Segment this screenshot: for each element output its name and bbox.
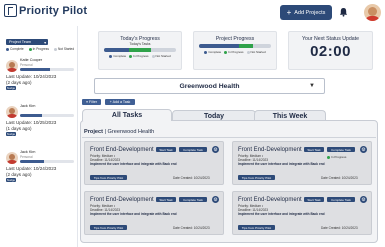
- today-progress-bar: [104, 48, 176, 52]
- add-projects-label: Add Projects: [294, 9, 326, 16]
- tab-all-tasks[interactable]: All Tasks: [82, 109, 172, 121]
- start-task-button[interactable]: Start Task: [304, 147, 324, 152]
- app-name: Priority Pilot: [19, 4, 88, 17]
- nudge-button[interactable]: Nudge: [6, 178, 16, 182]
- user-avatar[interactable]: [364, 4, 381, 21]
- project-progress-bar: [199, 44, 271, 48]
- add-task-button[interactable]: + Add a Task: [105, 99, 135, 105]
- task-name: Front End-Development: [90, 147, 154, 153]
- member-update-ago: (1 days ago): [6, 126, 32, 131]
- filter-label: Filter: [89, 100, 98, 104]
- card-title: Your Next Status Update: [302, 36, 359, 42]
- tips-button[interactable]: Tips from Priority Pilot: [90, 225, 127, 230]
- avatar: [6, 60, 18, 72]
- legend-complete: Complete: [6, 47, 24, 51]
- task-card: Front End-Development Priority: Medium •…: [232, 141, 372, 185]
- task-description: Implement the user interface and integra…: [238, 162, 325, 166]
- task-created-date: Date Created: 10/24/2023: [321, 226, 358, 230]
- task-description: Implement the user interface and integra…: [238, 212, 325, 216]
- team-sidebar: Project Team ▾ Complete In Progress Not …: [0, 26, 78, 247]
- task-created-date: Date Created: 10/24/2023: [173, 226, 210, 230]
- member-role: Personal: [20, 155, 33, 159]
- task-card: Front End-Development Priority: Medium •…: [232, 191, 372, 235]
- status-dot-icon: [327, 155, 330, 159]
- project-progress-card: Project Progress Complete In Progress No…: [193, 31, 277, 70]
- filter-button[interactable]: ≡ Filter: [82, 99, 101, 105]
- start-task-button[interactable]: Start Task: [156, 197, 176, 202]
- today-legend: Complete In Progress Not Started: [99, 54, 181, 58]
- divider: [82, 137, 376, 138]
- member-progress-bar: [20, 160, 74, 163]
- team-select-value: Project Team: [9, 40, 32, 44]
- task-created-date: Date Created: 10/24/2023: [321, 176, 358, 180]
- project-select-value: Greenwood Health: [179, 82, 240, 90]
- panel-project-title: Project | Greenwood Health: [84, 129, 155, 135]
- member-update-ago: (2 days ago): [6, 172, 32, 177]
- member-progress-bar: [20, 114, 74, 117]
- member-name: Katie Cooper: [20, 58, 43, 62]
- project-select[interactable]: Greenwood Health ▼: [94, 78, 325, 94]
- start-task-button[interactable]: Start Task: [304, 197, 324, 202]
- task-description: Implement the user interface and integra…: [90, 162, 177, 166]
- countdown-timer: 02:00: [310, 43, 351, 60]
- todays-progress-card: Today's Progress Today's Tasks Complete …: [98, 31, 182, 70]
- member-name: Jack Kim: [20, 104, 36, 108]
- complete-task-button[interactable]: Complete Task: [327, 147, 355, 152]
- member-last-update: Last Update: 10/24/2023: [6, 166, 57, 171]
- plus-icon: +: [286, 7, 292, 17]
- filter-icon: ≡: [85, 100, 89, 104]
- status-update-timer-card: Your Next Status Update 02:00: [288, 31, 373, 70]
- team-select[interactable]: Project Team ▾: [6, 39, 48, 45]
- gear-icon[interactable]: ⚙: [212, 196, 219, 203]
- task-created-date: Date Created: 10/24/2023: [173, 176, 210, 180]
- complete-task-button[interactable]: Complete Task: [327, 197, 355, 202]
- member-role: Personal: [20, 63, 33, 67]
- task-description: Implement the user interface and integra…: [90, 212, 177, 216]
- tips-button[interactable]: Tips from Priority Pilot: [238, 225, 275, 230]
- task-card: Front End-Development Priority: Medium •…: [84, 141, 224, 185]
- chevron-down-icon: ▼: [309, 83, 315, 89]
- member-last-update: Last Update: 10/25/2023: [6, 120, 57, 125]
- start-task-button[interactable]: Start Task: [156, 147, 176, 152]
- card-title: Project Progress: [215, 36, 255, 42]
- nudge-button[interactable]: Nudge: [6, 86, 16, 90]
- avatar: [6, 152, 18, 164]
- task-name: Front End-Development: [238, 197, 302, 203]
- gear-icon[interactable]: ⚙: [360, 146, 367, 153]
- bell-icon[interactable]: [339, 7, 348, 17]
- logo-mark-icon: [4, 4, 17, 17]
- member-name: Jack Kim: [20, 150, 36, 154]
- app-page: Priority Pilot + Add Projects Project Te…: [0, 0, 385, 247]
- tips-button[interactable]: Tips from Priority Pilot: [238, 175, 275, 180]
- complete-task-button[interactable]: Complete Task: [179, 197, 207, 202]
- member-progress-bar: [20, 68, 74, 71]
- task-name: Front End-Development: [238, 147, 302, 153]
- avatar: [6, 106, 18, 118]
- task-card: Front End-Development Priority: Medium •…: [84, 191, 224, 235]
- project-legend: Complete In Progress Not Started: [194, 50, 276, 54]
- add-projects-button[interactable]: + Add Projects: [280, 5, 332, 20]
- app-logo[interactable]: Priority Pilot: [4, 4, 87, 17]
- team-legend: Complete In Progress Not Started: [6, 47, 74, 51]
- gear-icon[interactable]: ⚙: [212, 146, 219, 153]
- card-subtitle: Today's Tasks: [129, 42, 151, 46]
- tips-button[interactable]: Tips from Priority Pilot: [90, 175, 127, 180]
- legend-not-started: Not Started: [53, 47, 74, 51]
- gear-icon[interactable]: ⚙: [360, 196, 367, 203]
- member-update-ago: (2 days ago): [6, 80, 32, 85]
- task-name: Front End-Development: [90, 197, 154, 203]
- legend-in-progress: In Progress: [28, 47, 49, 51]
- complete-task-button[interactable]: Complete Task: [179, 147, 207, 152]
- task-status: In Progress: [327, 155, 346, 159]
- nudge-button[interactable]: Nudge: [6, 132, 16, 136]
- chevron-down-icon: ▾: [44, 40, 46, 45]
- member-last-update: Last Update: 10/24/2023: [6, 74, 57, 79]
